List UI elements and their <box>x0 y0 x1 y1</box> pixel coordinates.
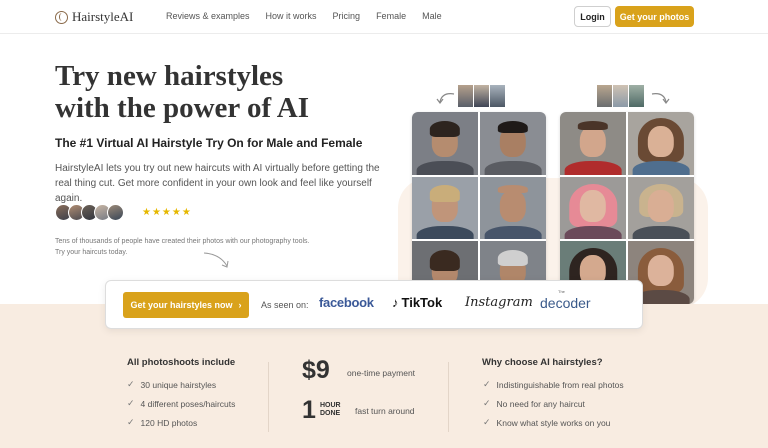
list-item-label: Indistinguishable from real photos <box>496 379 624 390</box>
price: $9 <box>302 356 330 384</box>
tiktok-icon: ♪ <box>392 295 399 310</box>
check-icon: ✓ <box>127 417 135 427</box>
male-reference-photos <box>458 85 505 107</box>
female-reference-photos <box>597 85 644 107</box>
turnaround-unit: HOUR DONE <box>320 402 341 418</box>
divider <box>268 362 269 432</box>
instagram-logo: Instagram <box>465 295 533 310</box>
divider <box>448 362 449 432</box>
as-seen-on-label: As seen on: <box>261 300 309 310</box>
list-item: ✓ Know what style works on you <box>483 417 610 428</box>
login-button[interactable]: Login <box>574 6 611 27</box>
as-seen-on-card: Get your hairstyles now › As seen on: fa… <box>105 280 643 329</box>
turnaround-value: 1 <box>302 396 316 424</box>
hero-title-line2: with the power of AI <box>55 92 310 124</box>
male-hairstyle-examples <box>412 112 546 304</box>
curved-arrow-icon <box>436 93 455 104</box>
tiktok-logo: ♪ TikTok <box>392 295 442 310</box>
nav-link-female[interactable]: Female <box>376 11 406 21</box>
reference-photo <box>629 85 644 107</box>
get-hairstyles-label: Get your hairstyles now <box>130 300 233 310</box>
check-icon: ✓ <box>127 379 135 389</box>
hairstyle-photo <box>560 112 626 175</box>
curved-arrow-icon <box>203 252 229 268</box>
reference-photo <box>458 85 473 107</box>
list-item: ✓ 30 unique hairstyles <box>127 379 216 390</box>
social-proof-line1: Tens of thousands of people have created… <box>55 238 310 245</box>
reference-photo <box>613 85 628 107</box>
nav-link-how-it-works[interactable]: How it works <box>266 11 317 21</box>
check-icon: ✓ <box>127 398 135 408</box>
decoder-logo: The decoder <box>540 289 591 311</box>
hairstyle-photo <box>480 112 546 175</box>
list-item: ✓ 120 HD photos <box>127 417 197 428</box>
turnaround-unit-line1: HOUR <box>320 402 341 409</box>
list-item-label: Know what style works on you <box>496 417 611 428</box>
list-item-label: 4 different poses/haircuts <box>140 398 236 409</box>
list-item: ✓ Indistinguishable from real photos <box>483 379 624 390</box>
chevron-right-icon: › <box>238 300 242 310</box>
curved-arrow-icon <box>651 93 670 104</box>
hairstyle-photo <box>628 176 694 240</box>
list-item: ✓ No need for any haircut <box>483 398 585 409</box>
includes-title: All photoshoots include <box>127 357 236 368</box>
nav-link-reviews[interactable]: Reviews & examples <box>166 11 250 21</box>
turnaround-note: fast turn around <box>355 406 415 416</box>
facebook-logo: facebook <box>319 295 374 310</box>
tiktok-wordmark: TikTok <box>401 295 443 310</box>
check-icon: ✓ <box>483 417 491 427</box>
logo-text: HairstyleAI <box>72 9 134 24</box>
reference-photo <box>597 85 612 107</box>
nav-links: Reviews & examples How it works Pricing … <box>166 11 458 21</box>
hairstyle-photo <box>560 176 626 240</box>
female-hairstyle-examples <box>560 112 694 304</box>
logo-icon <box>55 10 68 24</box>
turnaround-unit-line2: DONE <box>320 410 341 417</box>
hero-subtitle: The #1 Virtual AI Hairstyle Try On for M… <box>55 136 363 150</box>
reference-photo <box>474 85 489 107</box>
price-note: one-time payment <box>347 368 416 378</box>
list-item: ✓ 4 different poses/haircuts <box>127 398 235 409</box>
get-hairstyles-button[interactable]: Get your hairstyles now › <box>123 292 249 318</box>
social-proof-line2: Try your haircuts today. <box>55 249 128 256</box>
why-title: Why choose AI hairstyles? <box>482 357 603 368</box>
hero-title: Try new hairstyles with the power of AI <box>55 60 385 124</box>
hero-description: HairstyleAI lets you try out new haircut… <box>55 163 380 204</box>
hairstyle-photo <box>480 176 546 240</box>
avatar <box>107 204 124 221</box>
hero-title-line1: Try new hairstyles <box>55 60 284 92</box>
hairstyle-photo <box>412 176 478 240</box>
hairstyle-photo <box>628 112 694 175</box>
rating-stars: ★★★★★ <box>142 207 192 218</box>
nav-link-male[interactable]: Male <box>422 11 442 21</box>
hairstyle-photo <box>412 112 478 175</box>
list-item-label: No need for any haircut <box>496 398 585 409</box>
top-navbar: HairstyleAI Reviews & examples How it wo… <box>0 0 768 34</box>
decoder-wordmark: decoder <box>540 295 591 311</box>
get-photos-button[interactable]: Get your photos <box>615 6 694 27</box>
customer-avatars <box>55 204 124 221</box>
nav-link-pricing[interactable]: Pricing <box>333 11 361 21</box>
logo[interactable]: HairstyleAI <box>55 9 133 25</box>
check-icon: ✓ <box>483 379 491 389</box>
list-item-label: 120 HD photos <box>140 417 198 428</box>
check-icon: ✓ <box>483 398 491 408</box>
list-item-label: 30 unique hairstyles <box>140 379 217 390</box>
reference-photo <box>490 85 505 107</box>
decoder-small-label: The <box>558 289 565 294</box>
